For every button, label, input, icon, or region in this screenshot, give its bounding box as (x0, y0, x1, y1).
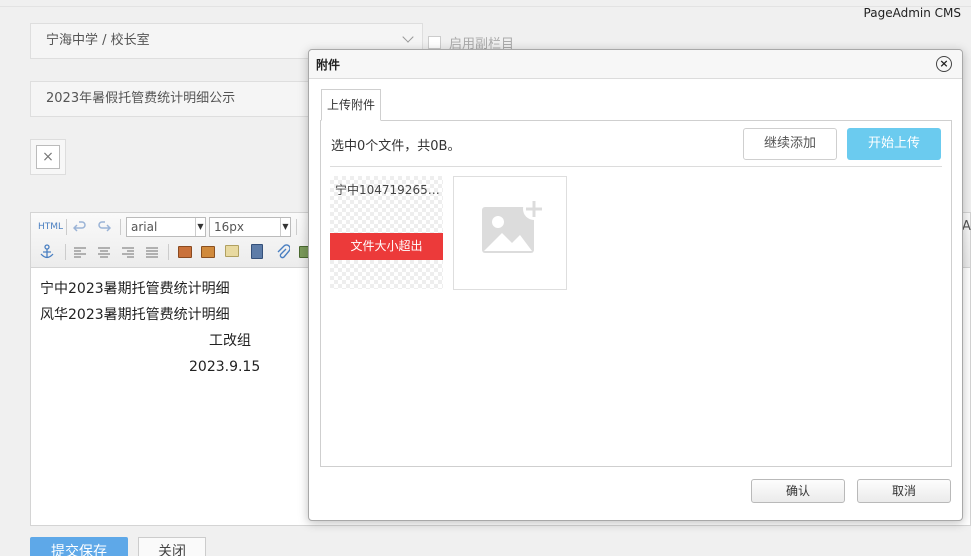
file-name: 宁中1047192656.... (335, 183, 440, 197)
align-center-icon[interactable] (97, 246, 111, 258)
attachment-icon[interactable] (276, 244, 290, 260)
title-value: 2023年暑假托管费统计明细公示 (46, 91, 236, 106)
undo-icon[interactable] (73, 220, 87, 234)
redo-icon[interactable] (97, 220, 111, 234)
file-item[interactable]: 宁中1047192656.... 文件大小超出 (330, 176, 443, 289)
brand-label: PageAdmin CMS (863, 6, 961, 20)
toolbar-separator (120, 219, 121, 235)
category-value: 宁海中学 / 校长室 (46, 33, 150, 48)
toolbar-separator (66, 219, 67, 235)
image-icon[interactable] (178, 246, 192, 258)
title-input[interactable]: 2023年暑假托管费统计明细公示 (30, 81, 340, 117)
dropdown-arrow-icon: ▼ (195, 218, 205, 236)
confirm-button[interactable]: 确认 (751, 479, 845, 503)
anchor-icon[interactable] (39, 244, 55, 260)
toolbar-overflow-glyph: A (962, 219, 971, 234)
align-justify-icon[interactable] (145, 246, 159, 258)
upload-panel: 选中0个文件，共0B。 继续添加 开始上传 宁中1047192656.... 文… (320, 120, 952, 467)
subcolumn-checkbox[interactable] (428, 36, 441, 49)
html-source-button[interactable]: HTML (38, 222, 63, 232)
add-image-icon (482, 198, 545, 253)
chevron-down-icon (402, 31, 414, 43)
toolbar-separator (168, 244, 169, 260)
top-strip (0, 0, 971, 7)
submit-save-button[interactable]: 提交保存 (30, 537, 128, 556)
file-error-badge: 文件大小超出 (330, 233, 443, 260)
attachment-dialog: 附件 × 上传附件 选中0个文件，共0B。 继续添加 开始上传 宁中104719… (308, 49, 963, 521)
dropdown-arrow-icon: ▼ (280, 218, 290, 236)
start-upload-button[interactable]: 开始上传 (847, 128, 941, 160)
font-size-select[interactable]: 16px ▼ (209, 217, 291, 237)
font-family-value: arial (131, 220, 158, 234)
upload-status: 选中0个文件，共0B。 (331, 139, 461, 154)
add-more-button[interactable]: 继续添加 (743, 128, 837, 160)
dialog-close-icon[interactable]: × (936, 56, 952, 72)
scrawl-icon[interactable] (225, 245, 239, 257)
multi-image-icon[interactable] (201, 246, 215, 258)
font-size-value: 16px (214, 220, 244, 234)
video-icon[interactable] (251, 244, 263, 259)
toolbar-separator (296, 219, 297, 235)
dialog-title: 附件 (316, 58, 341, 72)
divider (330, 166, 942, 167)
cancel-button[interactable]: 取消 (857, 479, 951, 503)
add-file-tile[interactable] (453, 176, 567, 290)
dialog-header: 附件 × (309, 50, 962, 79)
align-left-icon[interactable] (73, 246, 87, 258)
close-button[interactable]: 关闭 (138, 537, 206, 556)
toolbar-separator (65, 244, 66, 260)
tab-upload-attachment[interactable]: 上传附件 (321, 89, 381, 121)
align-right-icon[interactable] (121, 246, 135, 258)
font-family-select[interactable]: arial ▼ (126, 217, 206, 237)
thumbnail-slot: × (30, 139, 66, 175)
thumbnail-remove-button[interactable]: × (36, 145, 60, 169)
